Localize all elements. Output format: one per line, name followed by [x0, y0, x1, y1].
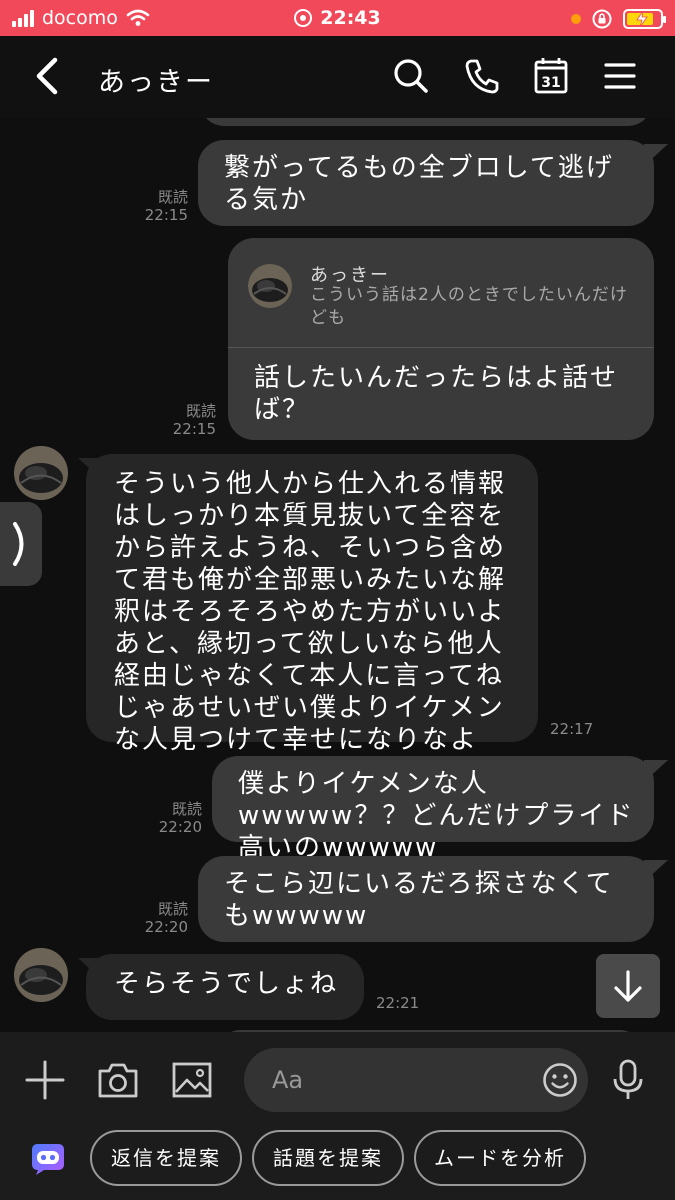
contact-name[interactable]: あっきー	[98, 60, 214, 99]
quoted-message[interactable]: あっきー こういう話は2人のときでしたいんだけども	[228, 238, 654, 348]
message-text: そういう他人から仕入れる情報はしっかり本質見抜いて全容をから許えようね、そいつら…	[114, 469, 507, 755]
status-right	[571, 8, 666, 30]
message-list[interactable]: 既読 22:15 繋がってるもの全ブロして逃げる気か 既読 22:15 あっきー…	[0, 118, 675, 1032]
plus-icon[interactable]	[23, 1058, 67, 1102]
suggest-reply-chip[interactable]: 返信を提案	[90, 1130, 242, 1186]
battery-icon	[623, 9, 666, 29]
analyze-mood-chip[interactable]: ムードを分析	[414, 1130, 586, 1186]
message-time: 22:20	[144, 918, 188, 936]
image-icon[interactable]	[170, 1058, 214, 1102]
message-bubble[interactable]: そこら辺にいるだろ探さなくてもwwwww	[198, 856, 654, 942]
calendar-icon[interactable]: 31	[532, 56, 570, 96]
chevron-right-icon	[13, 522, 24, 566]
message-bubble[interactable]: 僕よりイケメンな人wwwww？？どんだけプライド高いのwwwww	[212, 756, 654, 863]
message-text: 繋がってるもの全ブロして逃げる気か	[224, 153, 614, 215]
screen-record-icon	[294, 9, 313, 27]
microphone-icon[interactable]	[606, 1058, 650, 1102]
contact-avatar[interactable]	[14, 948, 68, 1002]
message-time: 22:20	[158, 818, 202, 836]
read-receipt: 既読	[185, 402, 216, 420]
ai-bot-icon[interactable]	[28, 1140, 68, 1176]
message-time: 22:15	[172, 420, 216, 438]
message-text: 話したいんだったらはよ話せば？	[254, 363, 619, 425]
message-input[interactable]: Aa	[244, 1048, 588, 1112]
input-placeholder: Aa	[272, 1066, 304, 1094]
back-button[interactable]	[30, 56, 66, 96]
quoted-avatar	[248, 264, 292, 308]
message-meta: 既読 22:15	[154, 402, 216, 438]
reply-message-bubble[interactable]: あっきー こういう話は2人のときでしたいんだけども 話したいんだったらはよ話せば…	[228, 238, 654, 440]
camera-icon[interactable]	[96, 1058, 140, 1102]
message-text: そらそうでしょね	[114, 969, 339, 999]
message-time: 22:15	[144, 206, 188, 224]
scroll-to-bottom-button[interactable]	[596, 954, 660, 1018]
chat-header: あっきー 31	[0, 36, 675, 118]
message-meta: 既読 22:20	[140, 800, 202, 836]
ai-suggestion-bar: 返信を提案 話題を提案 ムードを分析	[0, 1128, 675, 1200]
bubble-tail	[644, 860, 668, 882]
message-text: 僕よりイケメンな人wwwww？？どんだけプライド高いのwwwww	[238, 769, 635, 863]
emoji-icon[interactable]	[542, 1062, 578, 1098]
message-bubble[interactable]: そういう他人から仕入れる情報はしっかり本質見抜いて全容をから許えようね、そいつら…	[86, 454, 538, 755]
quoted-text: こういう話は2人のときでしたいんだけども	[310, 285, 628, 328]
phone-call-icon[interactable]	[463, 56, 501, 96]
arrow-down-icon	[614, 970, 642, 1002]
rotation-lock-icon	[592, 9, 612, 29]
status-bar: docomo 22:43	[0, 0, 675, 36]
message-meta: 既読 22:15	[126, 188, 188, 224]
message-time: 22:17	[550, 720, 594, 738]
message-bubble[interactable]: そらそうでしょね	[86, 954, 364, 1020]
read-receipt: 既読	[157, 900, 188, 918]
message-input-bar: Aa	[0, 1032, 675, 1128]
svg-text:31: 31	[541, 75, 560, 91]
read-receipt: 既読	[171, 800, 202, 818]
message-time: 22:21	[376, 994, 420, 1012]
message-meta-partial	[140, 118, 190, 120]
bubble-tail	[644, 144, 668, 166]
search-icon[interactable]	[392, 56, 430, 96]
message-meta: 既読 22:20	[126, 900, 188, 936]
message-bubble[interactable]: 繋がってるもの全ブロして逃げる気か	[198, 140, 654, 226]
suggest-topic-chip[interactable]: 話題を提案	[252, 1130, 404, 1186]
contact-avatar[interactable]	[14, 446, 68, 500]
menu-icon[interactable]	[601, 56, 639, 96]
side-drawer-handle[interactable]	[0, 502, 42, 586]
message-bubble-partial[interactable]	[200, 118, 652, 126]
microphone-indicator-icon	[571, 14, 581, 24]
clock-label: 22:43	[320, 7, 381, 29]
read-receipt: 既読	[157, 188, 188, 206]
bubble-tail	[644, 760, 668, 782]
message-text: そこら辺にいるだろ探さなくてもwwwww	[224, 869, 614, 931]
